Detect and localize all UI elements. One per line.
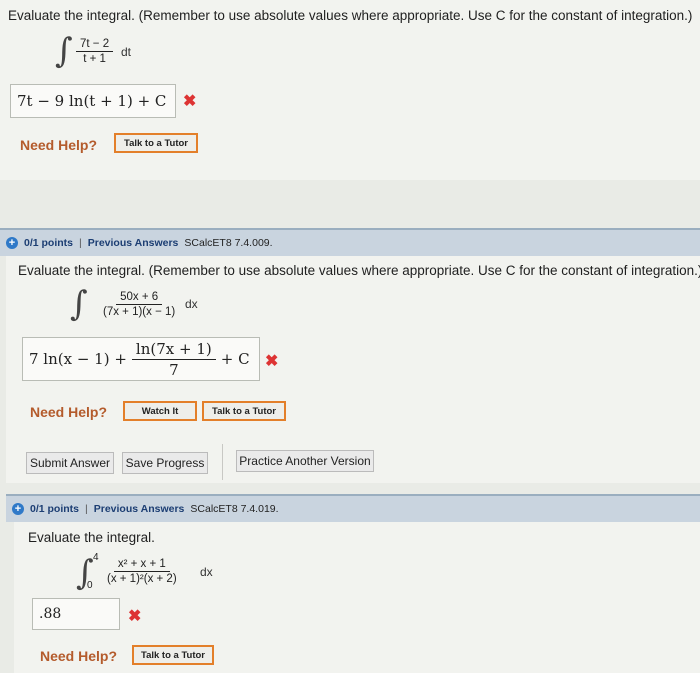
integrand-numerator: x² + x + 1: [113, 558, 170, 572]
lower-limit: 0: [87, 580, 93, 591]
answer-fraction-numerator: ln(7x + 1): [131, 340, 216, 360]
integrand-denominator: t + 1: [83, 53, 106, 65]
talk-to-tutor-button[interactable]: Talk to a Tutor: [132, 645, 214, 665]
answer-prefix: 7 ln(x − 1) +: [29, 350, 127, 368]
question-1-differential: dt: [121, 45, 132, 59]
header-separator: |: [85, 503, 88, 515]
need-help-label: Need Help?: [20, 137, 98, 153]
previous-answers-link[interactable]: Previous Answers: [88, 237, 179, 249]
question-3-integrand: x² + x + 1 (x + 1)²(x + 2): [103, 558, 181, 585]
incorrect-x-icon: ✖: [128, 608, 142, 625]
expand-plus-icon[interactable]: +: [6, 237, 18, 249]
question-2-integrand: 50x + 6 (7x + 1)(x − 1): [99, 291, 179, 318]
talk-to-tutor-button[interactable]: Talk to a Tutor: [202, 401, 286, 421]
expand-plus-icon[interactable]: +: [12, 503, 24, 515]
integrand-numerator: 50x + 6: [116, 291, 163, 305]
question-3-header: + 0/1 points | Previous Answers SCalcET8…: [6, 494, 700, 522]
watch-it-button[interactable]: Watch It: [123, 401, 197, 421]
need-help-label: Need Help?: [30, 404, 108, 420]
submit-answer-button[interactable]: Submit Answer: [26, 452, 114, 474]
question-2-answer-field[interactable]: 7 ln(x − 1) + ln(7x + 1) 7 + C: [22, 337, 260, 381]
need-help-label: Need Help?: [40, 648, 118, 664]
question-1-prompt: Evaluate the integral. (Remember to use …: [8, 8, 693, 23]
header-separator: |: [79, 237, 82, 249]
practice-divider: [222, 444, 223, 480]
question-3-score: 0/1 points: [30, 503, 80, 515]
practice-another-version-button[interactable]: Practice Another Version: [236, 450, 374, 472]
question-3-answer-value: .88: [39, 606, 62, 622]
integrand-denominator: (7x + 1)(x − 1): [103, 306, 176, 318]
question-2-header: + 0/1 points | Previous Answers SCalcET8…: [0, 228, 700, 256]
previous-answers-link[interactable]: Previous Answers: [94, 503, 185, 515]
question-3-prompt: Evaluate the integral.: [28, 530, 155, 545]
save-progress-button[interactable]: Save Progress: [122, 452, 208, 474]
integrand-numerator: 7t − 2: [76, 38, 114, 52]
question-1-answer-value: 7t − 9 ln(t + 1) + C: [17, 92, 167, 110]
upper-limit: 4: [93, 552, 99, 563]
incorrect-x-icon: ✖: [183, 93, 197, 110]
integral-sign: ∫: [70, 284, 88, 324]
question-1-integrand: 7t − 2 t + 1: [76, 38, 114, 65]
question-2-score: 0/1 points: [24, 237, 74, 249]
integral-sign: ∫: [55, 31, 73, 71]
question-3-answer-field[interactable]: .88: [32, 598, 120, 630]
question-2-differential: dx: [185, 297, 198, 311]
incorrect-x-icon: ✖: [265, 353, 279, 370]
answer-fraction: ln(7x + 1) 7: [131, 340, 216, 379]
question-2-code: SCalcET8 7.4.009.: [184, 237, 273, 249]
question-2-prompt: Evaluate the integral. (Remember to use …: [18, 263, 700, 278]
answer-fraction-denominator: 7: [169, 360, 179, 379]
talk-to-tutor-button[interactable]: Talk to a Tutor: [114, 133, 198, 153]
question-3-differential: dx: [200, 565, 213, 579]
question-3-code: SCalcET8 7.4.019.: [190, 503, 279, 515]
answer-suffix: + C: [220, 350, 250, 368]
integrand-denominator: (x + 1)²(x + 2): [107, 573, 177, 585]
question-1-answer-field[interactable]: 7t − 9 ln(t + 1) + C: [10, 84, 176, 118]
